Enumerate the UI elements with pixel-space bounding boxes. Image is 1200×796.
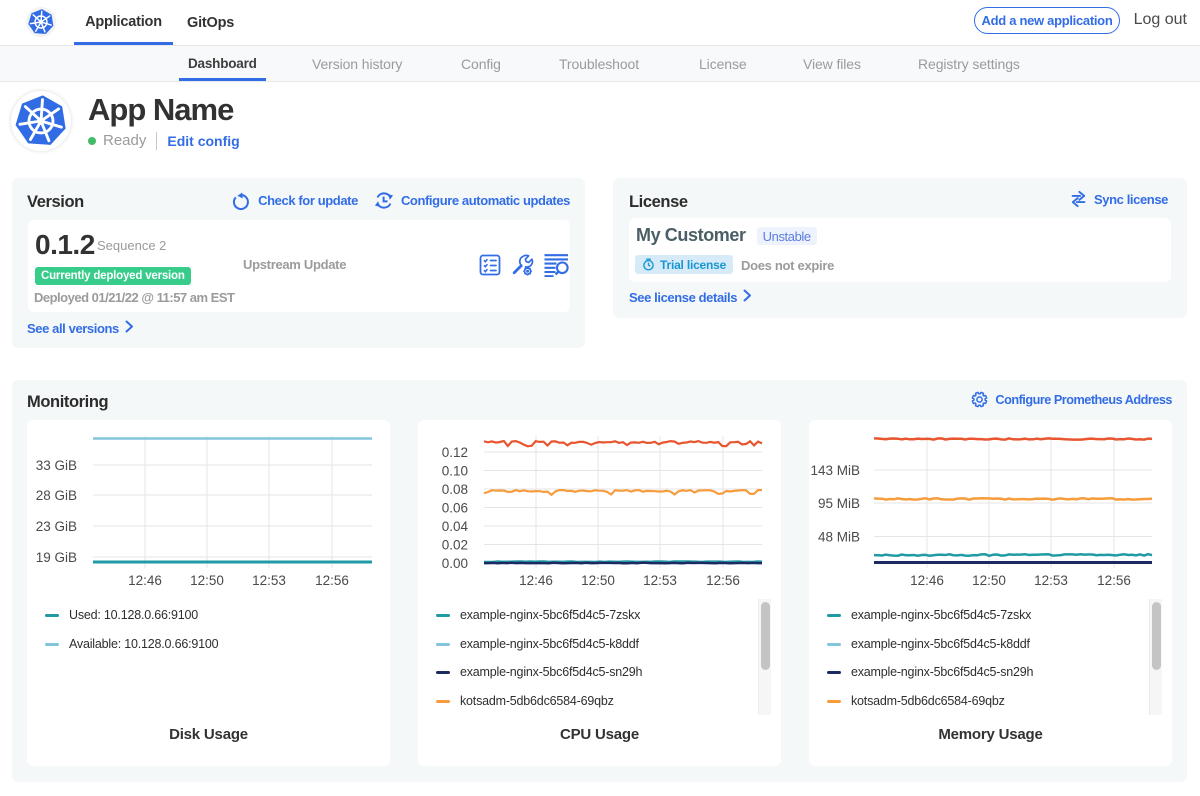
svg-text:12:56: 12:56 <box>706 573 740 588</box>
svg-text:33 GiB: 33 GiB <box>36 458 77 473</box>
svg-text:48 MiB: 48 MiB <box>818 530 860 545</box>
svg-text:19 GiB: 19 GiB <box>36 550 77 565</box>
svg-text:12:53: 12:53 <box>252 573 286 588</box>
svg-text:12:46: 12:46 <box>910 573 944 588</box>
svg-text:0.00: 0.00 <box>442 556 468 571</box>
svg-text:12:53: 12:53 <box>1034 573 1068 588</box>
svg-text:28 GiB: 28 GiB <box>36 488 77 503</box>
svg-text:12:53: 12:53 <box>643 573 677 588</box>
svg-text:23 GiB: 23 GiB <box>36 519 77 534</box>
svg-text:12:50: 12:50 <box>190 573 224 588</box>
svg-text:95 MiB: 95 MiB <box>818 496 860 511</box>
svg-text:0.08: 0.08 <box>442 482 468 497</box>
svg-text:12:46: 12:46 <box>519 573 553 588</box>
svg-text:12:50: 12:50 <box>581 573 615 588</box>
svg-text:0.04: 0.04 <box>442 519 469 534</box>
svg-text:0.02: 0.02 <box>442 538 468 553</box>
svg-text:143 MiB: 143 MiB <box>810 463 860 478</box>
svg-text:12:46: 12:46 <box>128 573 162 588</box>
svg-text:12:50: 12:50 <box>972 573 1006 588</box>
svg-text:0.12: 0.12 <box>442 445 468 460</box>
svg-text:12:56: 12:56 <box>315 573 349 588</box>
svg-text:0.06: 0.06 <box>442 501 468 516</box>
svg-text:12:56: 12:56 <box>1097 573 1131 588</box>
svg-text:0.10: 0.10 <box>442 464 468 479</box>
